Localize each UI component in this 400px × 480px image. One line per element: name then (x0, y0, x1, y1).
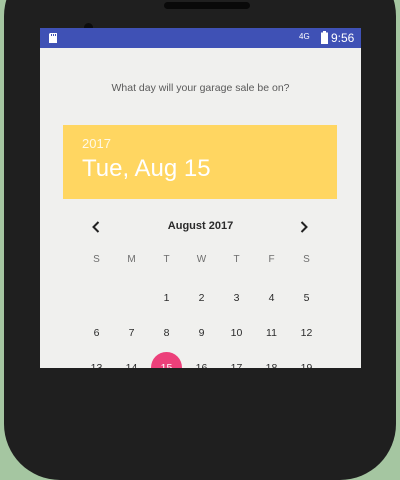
calendar-day[interactable]: 3 (219, 280, 254, 315)
screen: 4G 9:56 What day will your garage sale b… (40, 28, 361, 368)
calendar-empty-cell (79, 280, 114, 315)
calendar-week-row: 13 14 15 16 17 18 19 (79, 350, 324, 368)
network-type-label: 4G (299, 32, 310, 41)
chevron-right-icon (300, 221, 308, 233)
calendar-day-number: 11 (266, 326, 277, 339)
header-year[interactable]: 2017 (82, 136, 111, 151)
next-month-button[interactable] (294, 217, 314, 237)
status-time: 9:56 (331, 31, 355, 45)
calendar-day[interactable]: 9 (184, 315, 219, 350)
calendar-day[interactable]: 19 (289, 350, 324, 369)
calendar-day-number: 4 (268, 291, 275, 304)
calendar-day-grid: 1 2 3 4 5 6 7 8 9 10 11 12 13 14 15 16 17 18 19 (79, 280, 324, 368)
status-bar: 4G 9:56 (40, 28, 361, 48)
calendar-day[interactable]: 4 (254, 280, 289, 315)
weekday-label: S (303, 254, 310, 265)
weekday-label: T (163, 254, 170, 265)
calendar-day-number: 8 (163, 326, 170, 339)
calendar-day-number: 3 (233, 291, 240, 304)
calendar-day[interactable]: 7 (114, 315, 149, 350)
date-picker-header: 2017 Tue, Aug 15 (63, 125, 337, 199)
calendar-day-number: 9 (198, 326, 205, 339)
calendar-day[interactable]: 17 (219, 350, 254, 369)
month-navigation: August 2017 (40, 217, 361, 237)
calendar-day[interactable]: 6 (79, 315, 114, 350)
speaker-grille (164, 2, 250, 9)
prompt-question: What day will your garage sale be on? (111, 82, 290, 94)
weekday-label: F (268, 254, 275, 265)
calendar-day[interactable]: 11 (254, 315, 289, 350)
weekday-header-row: S M T W T F S (79, 254, 324, 270)
calendar-day[interactable]: 16 (184, 350, 219, 369)
calendar-day[interactable]: 13 (79, 350, 114, 369)
calendar-day-number: 10 (230, 326, 243, 339)
header-selected-date[interactable]: Tue, Aug 15 (82, 155, 211, 183)
calendar-day-number: 7 (128, 326, 135, 339)
calendar-day[interactable]: 8 (149, 315, 184, 350)
weekday-label: T (233, 254, 240, 265)
calendar-day-number: 6 (93, 326, 100, 339)
calendar-empty-cell (114, 280, 149, 315)
sd-card-icon (49, 33, 57, 43)
phone-frame: 4G 9:56 What day will your garage sale b… (4, 0, 396, 480)
weekday-label: M (127, 254, 136, 265)
weekday-label: S (93, 254, 100, 265)
calendar-day-number: 14 (125, 361, 138, 369)
calendar-day-number: 15 (160, 361, 173, 369)
calendar-week-row: 1 2 3 4 5 (79, 280, 324, 315)
calendar-day[interactable]: 18 (254, 350, 289, 369)
calendar-day-number: 12 (300, 326, 313, 339)
calendar-day[interactable]: 10 (219, 315, 254, 350)
calendar-day-number: 19 (300, 361, 313, 369)
calendar-day[interactable]: 2 (184, 280, 219, 315)
calendar-day-number: 18 (265, 361, 278, 369)
calendar-day-number: 2 (198, 291, 205, 304)
calendar-day[interactable]: 1 (149, 280, 184, 315)
calendar-day[interactable]: 12 (289, 315, 324, 350)
calendar-day[interactable]: 14 (114, 350, 149, 369)
calendar-day-selected[interactable]: 15 (149, 350, 184, 368)
calendar-day-number: 16 (195, 361, 208, 369)
calendar-day-number: 1 (163, 291, 170, 304)
weekday-label: W (196, 254, 207, 265)
calendar-day-number: 5 (303, 291, 310, 304)
calendar-day-number: 13 (90, 361, 103, 369)
calendar-day-number: 17 (230, 361, 243, 369)
battery-icon (321, 31, 328, 44)
calendar-day[interactable]: 5 (289, 280, 324, 315)
calendar-week-row: 6 7 8 9 10 11 12 (79, 315, 324, 350)
